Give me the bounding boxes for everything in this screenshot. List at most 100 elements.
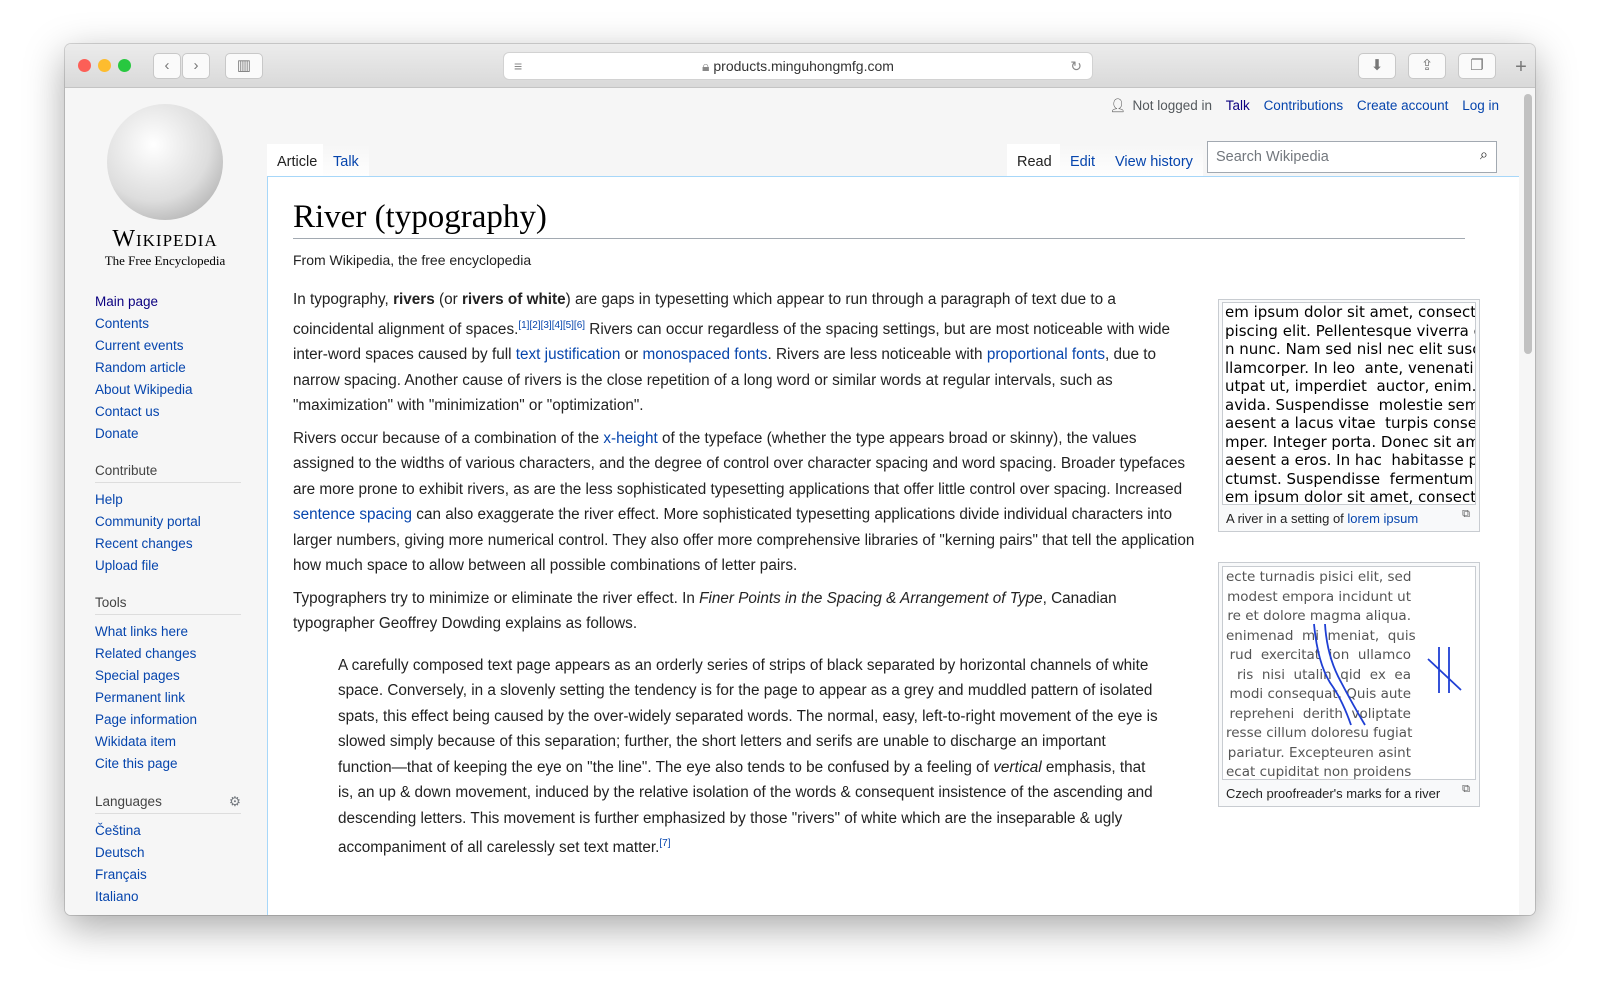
paragraph-3: Typographers try to minimize or eliminat… bbox=[293, 586, 1198, 637]
enlarge-icon[interactable]: ⧉ bbox=[1462, 783, 1470, 796]
image-text-line: n nunc. Nam sed nisl nec elit susc bbox=[1225, 340, 1476, 358]
link-monospaced-fonts[interactable]: monospaced fonts bbox=[642, 346, 767, 363]
globe-icon bbox=[107, 104, 223, 220]
nav-permanent-link[interactable]: Permanent link bbox=[95, 687, 241, 709]
not-logged-in: Not logged in bbox=[1132, 98, 1213, 113]
log-in-link[interactable]: Log in bbox=[1462, 98, 1499, 113]
tab-article[interactable]: Article bbox=[267, 144, 328, 180]
text: . Rivers are less noticeable with bbox=[767, 346, 987, 364]
link-proportional-fonts[interactable]: proportional fonts bbox=[987, 346, 1105, 363]
wikipedia-logo[interactable]: Wikipedia The Free Encyclopedia bbox=[95, 104, 235, 269]
paragraph-1: In typography, rivers (or rivers of whit… bbox=[293, 287, 1198, 419]
italic-text: vertical bbox=[993, 758, 1042, 776]
link-sentence-spacing[interactable]: sentence spacing bbox=[293, 506, 412, 523]
nav-current-events[interactable]: Current events bbox=[95, 335, 193, 357]
enlarge-icon[interactable]: ⧉ bbox=[1462, 508, 1470, 521]
new-tab-icon[interactable]: + bbox=[1507, 56, 1535, 79]
sidebar: Wikipedia The Free Encyclopedia Main pag… bbox=[65, 88, 267, 915]
tab-talk[interactable]: Talk bbox=[323, 144, 369, 180]
minimize-button[interactable] bbox=[98, 59, 111, 72]
nav-related-changes[interactable]: Related changes bbox=[95, 643, 241, 665]
browser-window: ‹ › ▥ ≡ 🔒︎ products.minguhongmfg.com ↻ ⬇… bbox=[65, 44, 1535, 915]
create-account-link[interactable]: Create account bbox=[1357, 98, 1449, 113]
nav-main-page[interactable]: Main page bbox=[95, 291, 193, 313]
reference-links[interactable]: [1][2][3][4][5][6] bbox=[518, 320, 585, 331]
tab-view-history[interactable]: View history bbox=[1105, 144, 1203, 180]
nav-contact[interactable]: Contact us bbox=[95, 401, 193, 423]
close-button[interactable] bbox=[78, 59, 91, 72]
gear-icon[interactable]: ⚙ bbox=[229, 794, 241, 810]
sidebar-toggle-icon[interactable]: ▥ bbox=[225, 53, 263, 79]
nav-tools: Tools What links here Related changes Sp… bbox=[95, 595, 241, 775]
reader-icon[interactable]: ≡ bbox=[514, 53, 522, 80]
figure-caption: A river in a setting of lorem ipsum ⧉ bbox=[1222, 505, 1476, 528]
image-text-line: em ipsum dolor sit amet, consecte bbox=[1225, 303, 1476, 321]
contributions-link[interactable]: Contributions bbox=[1264, 98, 1344, 113]
image-text-line: ctumst. Suspendisse fermentum. bbox=[1225, 469, 1476, 488]
scrollbar[interactable] bbox=[1524, 94, 1532, 354]
river-marks-icon bbox=[1313, 623, 1462, 726]
link-text-justification[interactable]: text justification bbox=[516, 346, 621, 363]
search-input[interactable]: Search Wikipedia ⌕ bbox=[1207, 141, 1497, 173]
nav-community-portal[interactable]: Community portal bbox=[95, 511, 241, 533]
wikipedia-page: Wikipedia The Free Encyclopedia Main pag… bbox=[65, 88, 1535, 915]
image-text-line: mper. Integer porta. Donec sit am bbox=[1225, 432, 1476, 451]
talk-link[interactable]: Talk bbox=[1226, 98, 1250, 113]
text: or bbox=[620, 346, 643, 364]
image-text-line: utpat ut, imperdiet auctor, enim. ( bbox=[1225, 377, 1476, 395]
url-text: products.minguhongmfg.com bbox=[713, 58, 894, 74]
nav-wikidata-item[interactable]: Wikidata item bbox=[95, 731, 241, 753]
lang-german[interactable]: Deutsch bbox=[95, 842, 241, 864]
text: In typography, bbox=[293, 291, 394, 308]
zoom-button[interactable] bbox=[118, 59, 131, 72]
nav-special-pages[interactable]: Special pages bbox=[95, 665, 241, 687]
text: Rivers occur because of a combination of… bbox=[293, 429, 604, 447]
contribute-heading: Contribute bbox=[95, 463, 241, 483]
bold-term: rivers of white bbox=[461, 291, 566, 308]
logo-wordmark: Wikipedia bbox=[112, 226, 218, 252]
site-sub: From Wikipedia, the free encyclopedia bbox=[293, 252, 532, 268]
text: can also exaggerate the river effect. Mo… bbox=[293, 506, 1195, 575]
river-image[interactable]: em ipsum dolor sit amet, consecte piscing… bbox=[1222, 302, 1476, 505]
proofreader-image[interactable]: ecte turnadis pisici elit, sed modest emp… bbox=[1222, 566, 1476, 780]
nav-donate[interactable]: Donate bbox=[95, 423, 193, 445]
back-icon[interactable]: ‹ bbox=[153, 53, 181, 79]
nav-upload-file[interactable]: Upload file bbox=[95, 555, 241, 577]
nav-what-links-here[interactable]: What links here bbox=[95, 621, 241, 643]
reference-link[interactable]: [7] bbox=[659, 838, 670, 849]
text: (or bbox=[434, 291, 462, 308]
nav-random-article[interactable]: Random article bbox=[95, 357, 193, 379]
nav-page-information[interactable]: Page information bbox=[95, 709, 241, 731]
image-text-line: aesent a eros. In hac habitasse pl bbox=[1225, 451, 1476, 469]
nav-help[interactable]: Help bbox=[95, 489, 241, 511]
nav-languages: Languages ⚙ Čeština Deutsch Français Ital… bbox=[95, 794, 241, 908]
nav-contents[interactable]: Contents bbox=[95, 313, 193, 335]
book-title: Finer Points in the Spacing & Arrangemen… bbox=[699, 589, 1043, 607]
nav-cite-page[interactable]: Cite this page bbox=[95, 753, 241, 775]
tab-read[interactable]: Read bbox=[1007, 144, 1062, 180]
nav-about[interactable]: About Wikipedia bbox=[95, 379, 193, 401]
figure-proofreader-marks: ecte turnadis pisici elit, sed modest emp… bbox=[1218, 562, 1480, 807]
download-icon[interactable]: ⬇ bbox=[1358, 53, 1396, 79]
caption-text: A river in a setting of bbox=[1226, 511, 1348, 526]
link-x-height[interactable]: x-height bbox=[603, 430, 657, 447]
nav-contribute: Contribute Help Community portal Recent … bbox=[95, 463, 241, 577]
browser-toolbar: ‹ › ▥ ≡ 🔒︎ products.minguhongmfg.com ↻ ⬇… bbox=[65, 44, 1535, 88]
lang-italian[interactable]: Italiano bbox=[95, 886, 241, 908]
lang-french[interactable]: Français bbox=[95, 864, 241, 886]
link-lorem-ipsum[interactable]: lorem ipsum bbox=[1347, 511, 1418, 526]
tabs-icon[interactable]: ❐ bbox=[1458, 53, 1496, 79]
search-icon[interactable]: ⌕ bbox=[1480, 147, 1488, 163]
lang-czech[interactable]: Čeština bbox=[95, 820, 241, 842]
address-bar[interactable]: ≡ 🔒︎ products.minguhongmfg.com ↻ bbox=[503, 52, 1093, 80]
caption-text: Czech proofreader's marks for a river bbox=[1226, 786, 1441, 801]
share-icon[interactable]: ⇪ bbox=[1408, 53, 1446, 79]
forward-icon[interactable]: › bbox=[182, 53, 210, 79]
reload-icon[interactable]: ↻ bbox=[1070, 53, 1082, 80]
bold-term: rivers bbox=[393, 291, 435, 308]
nav-recent-changes[interactable]: Recent changes bbox=[95, 533, 241, 555]
lock-icon: 🔒︎ bbox=[702, 58, 710, 74]
tab-edit[interactable]: Edit bbox=[1060, 144, 1105, 180]
languages-label: Languages bbox=[95, 794, 162, 809]
personal-tools: 👤︎ Not logged in Talk Contributions Crea… bbox=[1110, 98, 1499, 114]
